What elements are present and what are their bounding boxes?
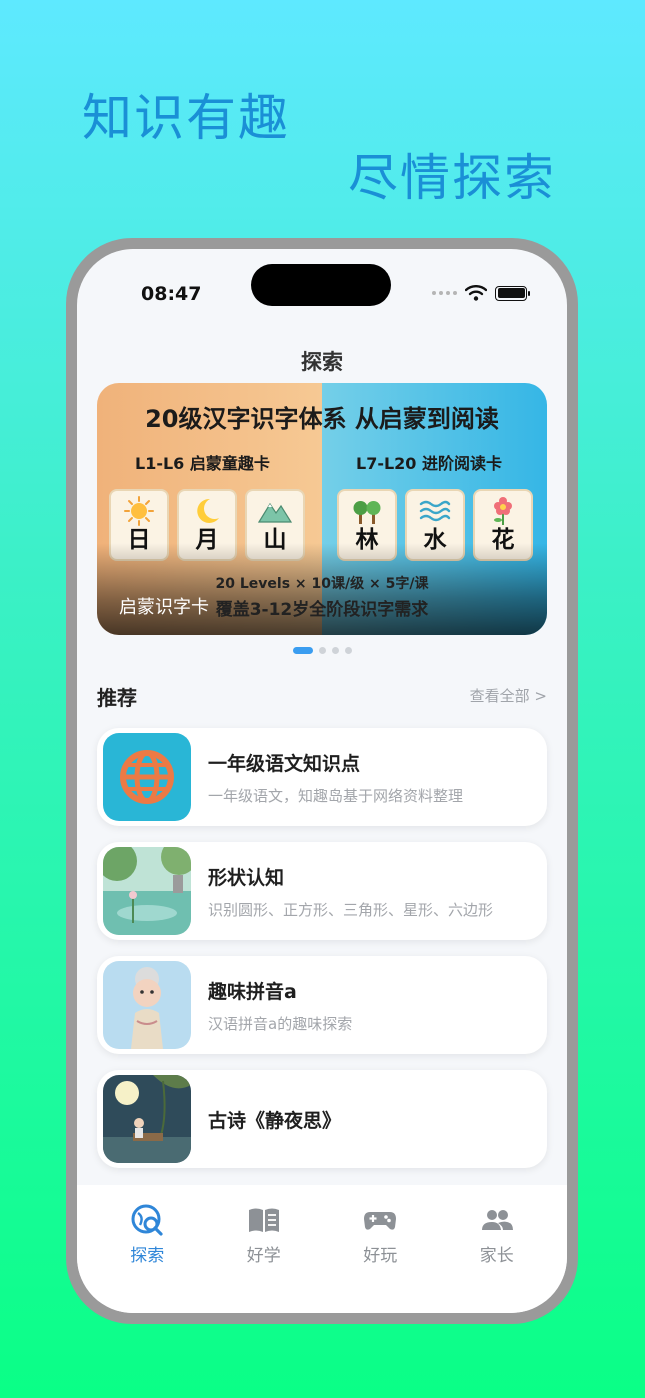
phone-frame: 08:47 探索 20级汉字识字体系 从启蒙到阅读 L1-L6 启蒙童趣卡 L7… <box>66 238 578 1324</box>
recommend-title: 推荐 <box>97 686 137 710</box>
mountain-icon <box>258 502 292 523</box>
item-desc: 一年级语文，知趣岛基于网络资料整理 <box>208 786 464 805</box>
pager-dot[interactable] <box>318 647 326 654</box>
hero-headline-2: 尽情探索 <box>348 149 556 207</box>
tab-label: 好学 <box>246 1246 281 1266</box>
tab-study[interactable]: 好学 <box>219 1203 309 1313</box>
tab-label: 家长 <box>479 1246 514 1266</box>
recommend-list: 一年级语文知识点 一年级语文，知趣岛基于网络资料整理 形状认知 识别圆形、正方形… <box>97 728 547 1184</box>
trees-icon <box>353 501 381 524</box>
signal-dots-icon <box>432 291 457 295</box>
item-desc: 识别圆形、正方形、三角形、星形、六边形 <box>208 900 494 919</box>
page-title: 探索 <box>301 350 343 374</box>
item-title: 形状认知 <box>208 866 285 889</box>
tab-explore[interactable]: 探索 <box>102 1203 192 1313</box>
wifi-icon <box>465 285 487 301</box>
item-desc: 汉语拼音a的趣味探索 <box>208 1014 353 1033</box>
banner-pager[interactable] <box>77 647 567 654</box>
tab-parents[interactable]: 家长 <box>452 1203 542 1313</box>
app-screen: 08:47 探索 20级汉字识字体系 从启蒙到阅读 L1-L6 启蒙童趣卡 L7… <box>77 249 567 1313</box>
globe-icon <box>103 733 191 821</box>
tab-label: 好玩 <box>363 1246 398 1266</box>
banner-headline: 20级汉字识字体系 从启蒙到阅读 <box>145 405 499 433</box>
tab-label: 探索 <box>130 1246 165 1266</box>
banner-right-subtitle: L7-L20 进阶阅读卡 <box>356 454 503 473</box>
parents-icon <box>481 1210 513 1230</box>
featured-banner[interactable]: 20级汉字识字体系 从启蒙到阅读 L1-L6 启蒙童趣卡 L7-L20 进阶阅读… <box>97 383 547 635</box>
sun-icon <box>124 496 154 526</box>
flower-icon <box>494 497 512 525</box>
garden-scene <box>103 847 191 935</box>
book-icon <box>248 1208 279 1232</box>
item-title: 古诗《静夜思》 <box>208 1109 342 1132</box>
battery-icon <box>495 285 530 301</box>
gamepad-icon <box>364 1212 397 1230</box>
moonlit-night-scene <box>103 1075 191 1163</box>
grandma-figure <box>103 961 191 1049</box>
water-icon <box>419 500 451 522</box>
tab-play[interactable]: 好玩 <box>335 1203 425 1313</box>
pager-dot[interactable] <box>344 647 352 654</box>
list-item[interactable]: 趣味拼音a 汉语拼音a的趣味探索 <box>97 956 547 1054</box>
item-title: 一年级语文知识点 <box>208 752 361 775</box>
item-title: 趣味拼音a <box>208 980 297 1003</box>
tab-bar: 探索 好学 好玩 家长 <box>77 1185 567 1313</box>
explore-icon <box>131 1204 163 1236</box>
banner-left-subtitle: L1-L6 启蒙童趣卡 <box>135 454 270 473</box>
list-item[interactable]: 一年级语文知识点 一年级语文，知趣岛基于网络资料整理 <box>97 728 547 826</box>
pager-dot[interactable] <box>331 647 339 654</box>
status-time: 08:47 <box>141 283 202 305</box>
moon-icon <box>197 498 219 523</box>
status-icons <box>432 285 530 301</box>
list-item[interactable]: 形状认知 识别圆形、正方形、三角形、星形、六边形 <box>97 842 547 940</box>
hero-headline-1: 知识有趣 <box>82 89 290 147</box>
see-all-link[interactable]: 查看全部 > <box>470 685 547 706</box>
banner-caption: 启蒙识字卡 <box>119 597 209 618</box>
pager-dot-active[interactable] <box>292 647 313 654</box>
list-item[interactable]: 古诗《静夜思》 <box>97 1070 547 1168</box>
banner-stats: 20 Levels × 10课/级 × 5字/课 <box>215 576 429 592</box>
dynamic-island <box>251 264 391 306</box>
